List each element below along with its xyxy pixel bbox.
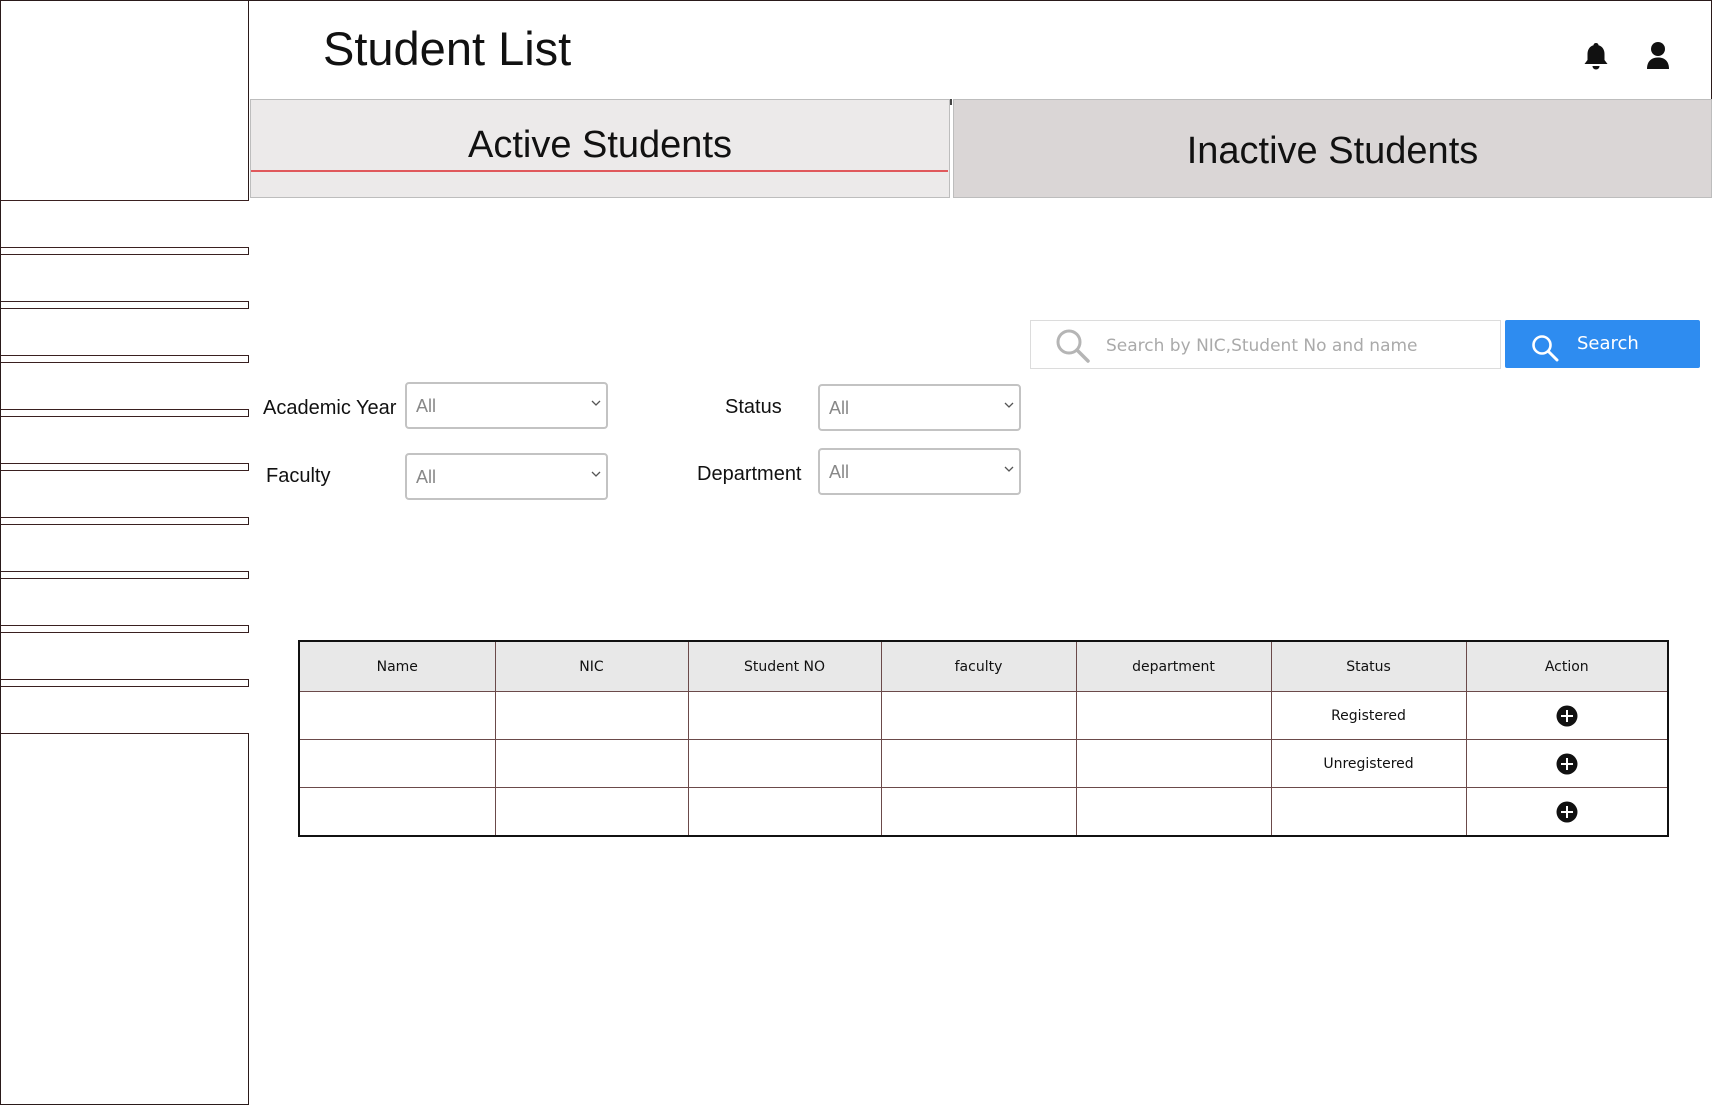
cell-name xyxy=(298,691,496,740)
status-select[interactable]: All xyxy=(818,384,1021,431)
status-label: Status xyxy=(725,396,782,418)
column-header-nic[interactable]: NIC xyxy=(494,640,689,692)
add-circle-icon[interactable] xyxy=(1556,753,1578,775)
column-header-action: Action xyxy=(1465,640,1669,692)
add-circle-icon[interactable] xyxy=(1556,705,1578,727)
cell-department xyxy=(1075,691,1272,740)
chevron-down-icon xyxy=(1004,402,1014,408)
cell-nic xyxy=(494,787,689,837)
cell-name xyxy=(298,739,496,788)
table-row: Unregistered xyxy=(298,739,1669,788)
table-row xyxy=(298,787,1669,837)
cell-department xyxy=(1075,787,1272,837)
sidebar-item-7[interactable] xyxy=(1,524,249,572)
sidebar-item-8[interactable] xyxy=(1,578,249,626)
cell-student-no xyxy=(687,787,882,837)
tab-label: Inactive Students xyxy=(1186,130,1479,172)
cell-name xyxy=(298,787,496,837)
cell-status xyxy=(1270,787,1467,837)
sidebar xyxy=(0,0,249,1105)
sidebar-item-9[interactable] xyxy=(1,632,249,680)
page-title: Student List xyxy=(323,22,572,75)
search-button[interactable]: Search xyxy=(1505,320,1700,368)
column-header-status[interactable]: Status xyxy=(1270,640,1467,692)
search-input[interactable] xyxy=(1104,329,1488,363)
table-header-row: Name NIC Student NO faculty department S… xyxy=(298,640,1669,692)
search-icon xyxy=(1056,329,1090,363)
tab-inactive-students[interactable]: Inactive Students xyxy=(953,99,1712,198)
tab-active-students[interactable]: Active Students xyxy=(250,99,950,198)
column-header-name[interactable]: Name xyxy=(298,640,496,692)
academic-year-select[interactable]: All xyxy=(405,382,608,429)
select-value: All xyxy=(829,462,850,482)
cell-action xyxy=(1465,787,1669,837)
table-row: Registered xyxy=(298,691,1669,740)
column-header-faculty[interactable]: faculty xyxy=(880,640,1077,692)
tab-divider xyxy=(950,99,952,105)
sidebar-item-3[interactable] xyxy=(1,308,249,356)
department-select[interactable]: All xyxy=(818,448,1021,495)
student-table: Name NIC Student NO faculty department S… xyxy=(298,640,1669,837)
select-value: All xyxy=(416,396,437,416)
bell-icon[interactable] xyxy=(1582,41,1610,71)
sidebar-item-6[interactable] xyxy=(1,470,249,518)
sidebar-item-2[interactable] xyxy=(1,254,249,302)
academic-year-label: Academic Year xyxy=(263,397,397,419)
search-button-label: Search xyxy=(1577,333,1639,354)
chevron-down-icon xyxy=(1004,466,1014,472)
cell-status: Registered xyxy=(1270,691,1467,740)
select-value: All xyxy=(416,467,437,487)
sidebar-item-1[interactable] xyxy=(1,200,249,248)
faculty-label: Faculty xyxy=(266,465,331,487)
user-icon[interactable] xyxy=(1644,41,1672,71)
sidebar-item-10[interactable] xyxy=(1,686,249,734)
cell-student-no xyxy=(687,739,882,788)
active-tab-indicator xyxy=(251,170,948,172)
column-header-student-no[interactable]: Student NO xyxy=(687,640,882,692)
select-value: All xyxy=(829,398,850,418)
cell-faculty xyxy=(880,787,1077,837)
cell-faculty xyxy=(880,739,1077,788)
chevron-down-icon xyxy=(591,400,601,406)
search-box xyxy=(1030,320,1501,369)
sidebar-item-4[interactable] xyxy=(1,362,249,410)
header: Student List xyxy=(249,0,1712,99)
faculty-select[interactable]: All xyxy=(405,453,608,500)
cell-nic xyxy=(494,739,689,788)
cell-action xyxy=(1465,691,1669,740)
cell-status: Unregistered xyxy=(1270,739,1467,788)
cell-faculty xyxy=(880,691,1077,740)
cell-department xyxy=(1075,739,1272,788)
sidebar-item-5[interactable] xyxy=(1,416,249,464)
cell-action xyxy=(1465,739,1669,788)
search-icon xyxy=(1532,335,1559,362)
cell-nic xyxy=(494,691,689,740)
cell-student-no xyxy=(687,691,882,740)
tab-label: Active Students xyxy=(467,124,733,166)
column-header-department[interactable]: department xyxy=(1075,640,1272,692)
add-circle-icon[interactable] xyxy=(1556,801,1578,823)
chevron-down-icon xyxy=(591,471,601,477)
department-label: Department xyxy=(697,463,802,485)
